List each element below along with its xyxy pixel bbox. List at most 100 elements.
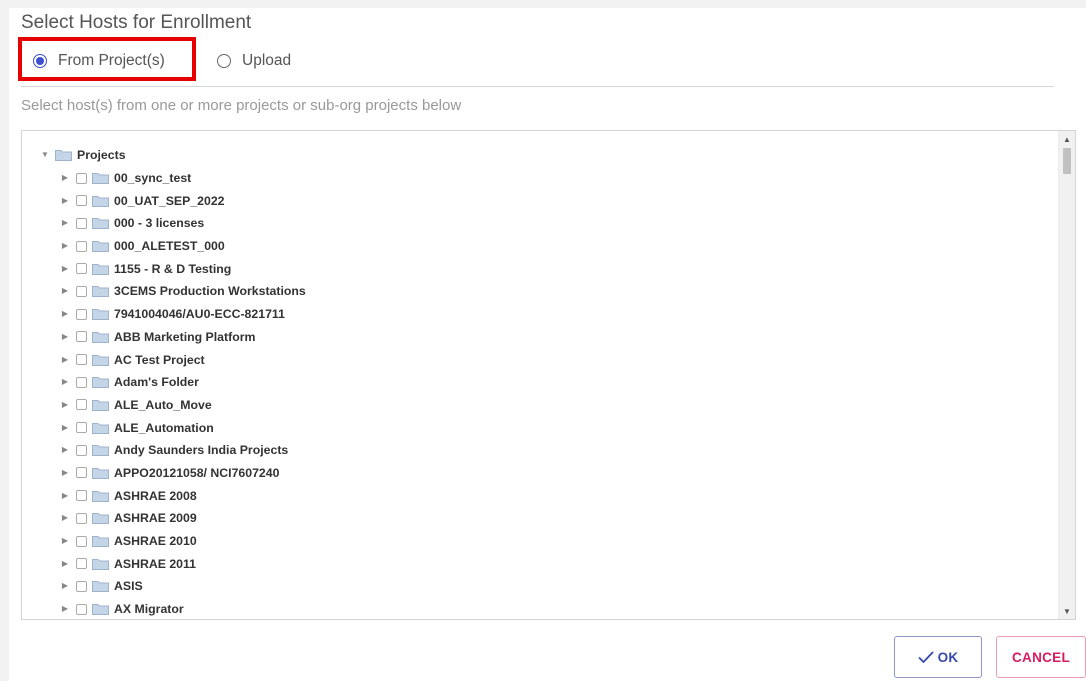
- expand-right-icon[interactable]: ▶: [61, 378, 69, 386]
- tree-node-row[interactable]: ▶ ASHRAE 2010: [22, 530, 1058, 553]
- expand-right-icon[interactable]: ▶: [61, 514, 69, 522]
- cancel-label: CANCEL: [1011, 649, 1071, 665]
- node-checkbox[interactable]: [76, 490, 87, 502]
- folder-icon: [92, 604, 109, 616]
- tree-node-row[interactable]: ▶ ALE_Auto_Move: [22, 394, 1058, 417]
- tree-node-row[interactable]: ▶ ASHRAE 2008: [22, 484, 1058, 507]
- expand-right-icon[interactable]: ▶: [61, 242, 69, 250]
- tree-node-row[interactable]: ▶ ASHRAE 2011: [22, 552, 1058, 575]
- folder-icon: [92, 309, 109, 321]
- from-projects-radio[interactable]: From Project(s): [33, 48, 165, 74]
- node-checkbox[interactable]: [76, 376, 87, 388]
- expand-down-icon[interactable]: ▼: [41, 151, 49, 159]
- tree-node-row[interactable]: ▶ ABB Marketing Platform: [22, 326, 1058, 349]
- tree-node-label: 00_UAT_SEP_2022: [114, 193, 225, 208]
- folder-icon: [92, 241, 109, 253]
- tree-root-label: Projects: [77, 148, 126, 163]
- node-checkbox[interactable]: [76, 172, 87, 184]
- expand-right-icon[interactable]: ▶: [61, 174, 69, 182]
- expand-right-icon[interactable]: ▶: [61, 196, 69, 205]
- tree-node-label: ASIS: [114, 579, 143, 594]
- tree-node-label: ASHRAE 2009: [114, 511, 197, 526]
- project-tree-panel[interactable]: ▼ Projects ▶ 00_sync_test ▶ 00_UAT_SEP_2022…: [21, 130, 1076, 620]
- scroll-thumb[interactable]: [1063, 148, 1071, 174]
- tree-scrollbar[interactable]: ▲ ▼: [1058, 131, 1075, 619]
- node-checkbox[interactable]: [76, 558, 87, 570]
- tree-node-row[interactable]: ▶ ASHRAE 2009: [22, 507, 1058, 530]
- cancel-button[interactable]: CANCEL: [996, 636, 1086, 678]
- node-checkbox[interactable]: [76, 285, 87, 297]
- expand-right-icon[interactable]: ▶: [61, 355, 69, 364]
- folder-icon: [55, 150, 72, 162]
- node-checkbox[interactable]: [76, 354, 87, 366]
- node-checkbox[interactable]: [76, 422, 87, 434]
- node-checkbox[interactable]: [76, 308, 87, 320]
- folder-icon: [92, 558, 109, 570]
- tree-node-row[interactable]: ▶ 00_UAT_SEP_2022: [22, 189, 1058, 212]
- expand-right-icon[interactable]: ▶: [61, 582, 69, 590]
- expand-right-icon[interactable]: ▶: [61, 559, 69, 568]
- from-projects-label: From Project(s): [58, 52, 165, 69]
- tree-node-row[interactable]: ▶ AX Migrator: [22, 598, 1058, 619]
- node-checkbox[interactable]: [76, 331, 87, 343]
- tree-root-row[interactable]: ▼ Projects: [22, 144, 1058, 167]
- checkmark-icon: [917, 651, 934, 663]
- expand-right-icon[interactable]: ▶: [61, 537, 69, 545]
- folder-icon: [92, 581, 109, 593]
- node-checkbox[interactable]: [76, 467, 87, 479]
- node-checkbox[interactable]: [76, 580, 87, 592]
- tree-node-label: Adam's Folder: [114, 375, 199, 390]
- tree-node-row[interactable]: ▶ 3CEMS Production Workstations: [22, 280, 1058, 303]
- expand-right-icon[interactable]: ▶: [61, 605, 69, 613]
- tree-node-row[interactable]: ▶ 1155 - R & D Testing: [22, 257, 1058, 280]
- node-checkbox[interactable]: [76, 444, 87, 456]
- tree-node-row[interactable]: ▶ 7941004046/AU0-ECC-821711: [22, 303, 1058, 326]
- expand-right-icon[interactable]: ▶: [61, 446, 69, 454]
- tree-node-row[interactable]: ▶ 00_sync_test: [22, 167, 1058, 190]
- tree-node-label: Andy Saunders India Projects: [114, 443, 289, 458]
- node-checkbox[interactable]: [76, 217, 87, 229]
- tree-node-label: ASHRAE 2008: [114, 488, 197, 503]
- folder-icon: [92, 263, 109, 275]
- radio-unchecked-icon[interactable]: [217, 54, 231, 68]
- folder-icon: [92, 377, 109, 389]
- expand-right-icon[interactable]: ▶: [61, 400, 69, 409]
- node-checkbox[interactable]: [76, 512, 87, 524]
- tree-node-row[interactable]: ▶ Adam's Folder: [22, 371, 1058, 394]
- folder-icon: [92, 354, 109, 366]
- tree-node-row[interactable]: ▶ ALE_Automation: [22, 416, 1058, 439]
- node-checkbox[interactable]: [76, 240, 87, 252]
- expand-right-icon[interactable]: ▶: [61, 423, 69, 432]
- expand-right-icon[interactable]: ▶: [61, 264, 69, 273]
- divider: [21, 86, 1054, 87]
- tree-node-label: 000 - 3 licenses: [114, 216, 205, 231]
- radio-checked-icon[interactable]: [33, 54, 47, 68]
- scroll-up-icon[interactable]: ▲: [1059, 131, 1075, 147]
- node-checkbox[interactable]: [76, 263, 87, 275]
- expand-right-icon[interactable]: ▶: [61, 287, 69, 295]
- expand-right-icon[interactable]: ▶: [61, 468, 69, 477]
- tree-node-row[interactable]: ▶ 000 - 3 licenses: [22, 212, 1058, 235]
- scroll-down-icon[interactable]: ▼: [1059, 603, 1075, 619]
- expand-right-icon[interactable]: ▶: [61, 491, 69, 500]
- tree-node-label: ABB Marketing Platform: [114, 329, 256, 344]
- tree-node-row[interactable]: ▶ ASIS: [22, 575, 1058, 598]
- expand-right-icon[interactable]: ▶: [61, 219, 69, 227]
- node-checkbox[interactable]: [76, 195, 87, 207]
- tree-node-row[interactable]: ▶ AC Test Project: [22, 348, 1058, 371]
- expand-right-icon[interactable]: ▶: [61, 332, 69, 341]
- folder-icon: [92, 467, 109, 479]
- tree-node-label: APPO20121058/ NCI7607240: [114, 465, 280, 480]
- node-checkbox[interactable]: [76, 399, 87, 411]
- tree-node-row[interactable]: ▶ APPO20121058/ NCI7607240: [22, 462, 1058, 485]
- node-checkbox[interactable]: [76, 603, 87, 615]
- tree-node-row[interactable]: ▶ 000_ALETEST_000: [22, 235, 1058, 258]
- folder-icon: [92, 490, 109, 502]
- folder-icon: [92, 331, 109, 343]
- node-checkbox[interactable]: [76, 535, 87, 547]
- ok-button[interactable]: OK: [894, 636, 982, 678]
- upload-radio[interactable]: Upload: [217, 48, 291, 74]
- tree-node-row[interactable]: ▶ Andy Saunders India Projects: [22, 439, 1058, 462]
- expand-right-icon[interactable]: ▶: [61, 310, 69, 318]
- folder-icon: [92, 536, 109, 548]
